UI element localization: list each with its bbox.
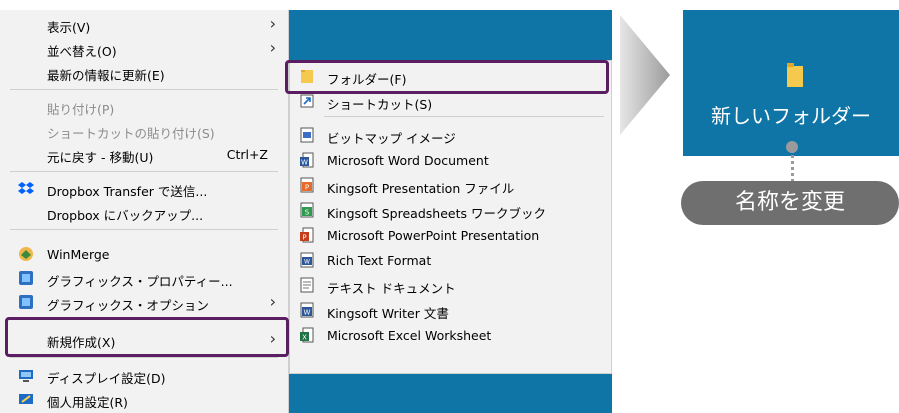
shortcut-icon	[300, 94, 314, 108]
svg-text:P: P	[302, 234, 306, 242]
new-folder-name[interactable]: 新しいフォルダー	[683, 100, 899, 129]
submenu-item-powerpoint[interactable]: P Microsoft PowerPoint Presentation	[290, 223, 611, 247]
submenu-item-bitmap[interactable]: ビットマップ イメージ	[290, 123, 611, 147]
winmerge-icon	[19, 247, 33, 261]
new-folder-preview: 新しいフォルダー	[683, 10, 899, 156]
menu-item-personalize[interactable]: 個人用設定(R)	[0, 387, 288, 411]
submenu-item-kingsoft-presentation[interactable]: P Kingsoft Presentation ファイル	[290, 173, 611, 197]
menu-item-label: ビットマップ イメージ	[327, 131, 456, 146]
bitmap-icon	[300, 127, 314, 143]
menu-item-refresh[interactable]: 最新の情報に更新(E)	[0, 60, 288, 84]
svg-text:S: S	[305, 209, 310, 217]
folder-item-highlight-frame	[285, 60, 609, 94]
menu-item-label: ショートカットの貼り付け(S)	[47, 126, 215, 141]
menu-item-label: グラフィックス・オプション	[47, 298, 209, 313]
menu-item-label: Microsoft Word Document	[327, 153, 489, 168]
menu-item-label: Kingsoft Spreadsheets ワークブック	[327, 206, 546, 221]
menu-item-dropbox-backup[interactable]: Dropbox にバックアップ...	[0, 200, 288, 224]
rtf-icon: W	[300, 252, 314, 268]
menu-item-label: 並べ替え(O)	[47, 44, 117, 59]
chevron-right-icon: ›	[269, 14, 276, 33]
svg-text:X: X	[302, 334, 307, 342]
menu-separator	[324, 116, 604, 117]
menu-item-label: WinMerge	[47, 247, 110, 262]
menu-item-winmerge[interactable]: WinMerge	[0, 242, 288, 266]
menu-item-label: Microsoft PowerPoint Presentation	[327, 228, 540, 243]
menu-item-graphics-options[interactable]: グラフィックス・オプション ›	[0, 290, 288, 314]
menu-item-label: グラフィックス・プロパティー...	[47, 274, 233, 289]
menu-separator	[10, 171, 278, 172]
menu-separator	[10, 357, 278, 358]
menu-item-dropbox-transfer[interactable]: Dropbox Transfer で送信...	[0, 176, 288, 200]
menu-separator	[10, 229, 278, 230]
menu-item-label: ショートカット(S)	[327, 97, 433, 112]
menu-item-label: 個人用設定(R)	[47, 395, 128, 410]
submenu-item-kingsoft-spreadsheet[interactable]: S Kingsoft Spreadsheets ワークブック	[290, 198, 611, 222]
submenu-item-kingsoft-writer[interactable]: W Kingsoft Writer 文書	[290, 298, 611, 322]
folder-icon	[787, 63, 803, 87]
menu-item-label: ディスプレイ設定(D)	[47, 371, 166, 386]
powerpoint-icon: P	[300, 227, 314, 243]
graphics-icon	[19, 271, 33, 285]
new-submenu: フォルダー(F) ショートカット(S) ビットマップ イメージ W Micros…	[289, 60, 612, 374]
menu-item-label: 貼り付け(P)	[47, 102, 115, 117]
svg-text:W: W	[304, 309, 311, 317]
menu-item-graphics-properties[interactable]: グラフィックス・プロパティー...	[0, 266, 288, 290]
menu-item-sort[interactable]: 並べ替え(O) ›	[0, 36, 288, 60]
menu-item-label: Kingsoft Presentation ファイル	[327, 181, 515, 196]
menu-item-paste[interactable]: 貼り付け(P)	[0, 94, 288, 118]
chevron-right-icon: ›	[269, 292, 276, 311]
submenu-item-text[interactable]: テキスト ドキュメント	[290, 273, 611, 297]
connector-dot	[786, 141, 798, 153]
excel-icon: X	[300, 327, 314, 343]
submenu-item-excel[interactable]: X Microsoft Excel Worksheet	[290, 323, 611, 347]
word-icon: W	[300, 152, 314, 168]
menu-item-label: Dropbox にバックアップ...	[47, 208, 204, 223]
submenu-item-rtf[interactable]: W Rich Text Format	[290, 248, 611, 272]
text-icon	[300, 277, 314, 293]
step-arrow-icon	[620, 15, 670, 135]
personalize-icon	[19, 394, 33, 404]
connector-line	[791, 150, 794, 182]
menu-item-label: 元に戻す - 移動(U)	[47, 150, 154, 165]
menu-item-label: Dropbox Transfer で送信...	[47, 184, 208, 199]
menu-item-paste-shortcut[interactable]: ショートカットの貼り付け(S)	[0, 118, 288, 142]
graphics-icon	[19, 295, 33, 309]
menu-item-label: Rich Text Format	[327, 253, 432, 268]
menu-item-undo[interactable]: 元に戻す - 移動(U) Ctrl+Z	[0, 142, 288, 166]
menu-item-label: テキスト ドキュメント	[327, 281, 456, 296]
display-icon	[19, 370, 33, 382]
submenu-item-word[interactable]: W Microsoft Word Document	[290, 148, 611, 172]
menu-item-display-settings[interactable]: ディスプレイ設定(D)	[0, 363, 288, 387]
kingsoft-presentation-icon: P	[300, 177, 314, 193]
menu-item-label: 最新の情報に更新(E)	[47, 68, 165, 83]
menu-item-label: Kingsoft Writer 文書	[327, 306, 449, 321]
menu-item-label: Microsoft Excel Worksheet	[327, 328, 492, 343]
menu-separator	[10, 89, 278, 90]
menu-item-shortcut: Ctrl+Z	[226, 147, 268, 162]
svg-text:P: P	[305, 184, 309, 192]
menu-item-label: 表示(V)	[47, 20, 91, 35]
kingsoft-spreadsheet-icon: S	[300, 202, 314, 218]
new-item-highlight-frame	[5, 317, 289, 357]
svg-text:W: W	[301, 159, 308, 167]
kingsoft-writer-icon: W	[300, 302, 314, 318]
rename-callout: 名称を変更	[681, 181, 899, 225]
svg-text:W: W	[304, 259, 310, 266]
dropbox-icon	[18, 182, 34, 194]
chevron-right-icon: ›	[269, 38, 276, 57]
menu-item-view[interactable]: 表示(V) ›	[0, 12, 288, 36]
